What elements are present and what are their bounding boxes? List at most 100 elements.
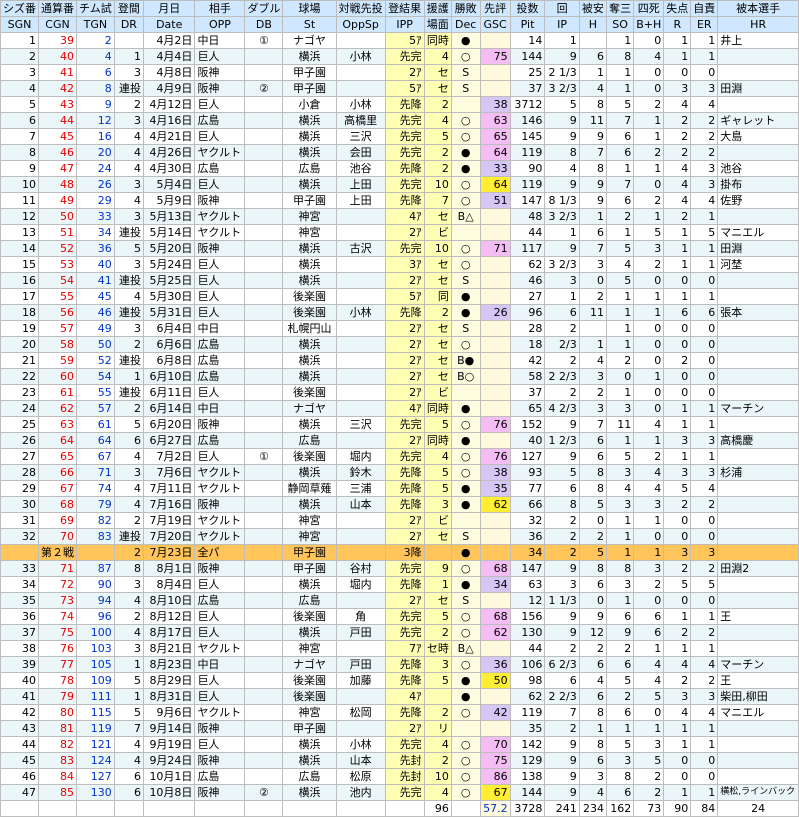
cell-ipp: 2ｱ — [384, 320, 425, 337]
cell-er: 3 — [690, 544, 719, 561]
cell-ipp: 先完 — [384, 112, 425, 129]
header-cell-en: R — [663, 16, 692, 33]
cell-dr: 4 — [113, 480, 145, 497]
cell-ipp: 4ｱ — [384, 208, 425, 225]
header-cell-jp: 登結果 — [384, 0, 425, 17]
table-row: 8 46 20 4 4月26日 ヤクルト 横浜 会田 先完 2 ● 64 119 8 7 6 2 2 2 — [0, 144, 799, 161]
header-row-en: SGN CGN TGN DR Date OPP DB St OppSp IPP 場面 Dec GSC Pi… — [0, 16, 799, 33]
cell-so: 5 — [605, 736, 635, 753]
cell-hr: マニエル — [717, 704, 799, 721]
cell-oppsp — [335, 512, 386, 529]
cell-sgn: 5 — [0, 96, 39, 113]
cell-sgn: 23 — [0, 384, 39, 401]
cell-bh: 0 — [633, 320, 665, 337]
header-cell-en: OPP — [194, 16, 246, 33]
cell-opp: 中日 — [194, 32, 246, 49]
cell-ipp: 2ｱ — [384, 528, 425, 545]
cell-tgn: 121 — [76, 736, 115, 753]
cell-er: 1 — [690, 608, 719, 625]
cell-er: 0 — [690, 64, 719, 81]
cell-so: 6 — [605, 144, 635, 161]
cell-h: 7 — [578, 240, 607, 257]
cell-ipp: 5ｱ — [384, 288, 425, 305]
cell-bh: 5 — [633, 224, 665, 241]
cell-ip: 2 — [544, 720, 580, 737]
cell-r: 2 — [663, 496, 692, 513]
cell-so: 1 — [605, 304, 635, 321]
cell-st: 横浜 — [282, 128, 337, 145]
cell-tgn: 34 — [76, 224, 115, 241]
cell-ip: 9 — [544, 112, 580, 129]
cell-so: 5 — [605, 672, 635, 689]
cell-h: 8 — [578, 704, 607, 721]
cell-gsc: 63 — [479, 112, 511, 129]
table-row: 16 54 41 連投 5月25日 巨人 横浜 2ｱセ S 46 3 0 5 0 0 0 — [0, 272, 799, 289]
cell-bh: 1 — [633, 160, 665, 177]
cell-opp: 阪神 — [194, 64, 246, 81]
cell-r: 0 — [663, 512, 692, 529]
cell-so: 1 — [605, 320, 635, 337]
cell-scene: 1 — [423, 576, 452, 593]
cell-scene: 2 — [423, 160, 452, 177]
cell-opp: 阪神 — [194, 240, 246, 257]
cell-er: 3 — [690, 176, 719, 193]
cell-st: 後楽園 — [282, 448, 337, 465]
table-row: 15 53 40 3 5月24日 巨人 横浜 3ｱセ ○ 62 3 2/3 3 4 2 1 1 河埜 — [0, 256, 799, 273]
cell-gsc: 34 — [479, 576, 511, 593]
cell-pit: 129 — [509, 752, 546, 769]
cell-h: 8 — [578, 480, 607, 497]
cell-oppsp — [335, 272, 386, 289]
cell-oppsp — [335, 368, 386, 385]
cell-ipp: 2ｱ — [384, 592, 425, 609]
total-empty — [0, 800, 39, 817]
cell-so: 5 — [605, 272, 635, 289]
cell-cgn: 54 — [38, 272, 77, 289]
cell-hr — [717, 752, 799, 769]
cell-so: 8 — [605, 48, 635, 65]
cell-ipp: 2ｱ — [384, 720, 425, 737]
table-row: 4 42 8 連投 4月9日 阪神 ② 甲子園 5ｱセ S 37 3 2/3 4 1 0 3 3 田淵 — [0, 80, 799, 97]
cell-er: 3 — [690, 160, 719, 177]
cell-date: 8月17日 — [142, 624, 196, 641]
cell-sgn: 38 — [0, 640, 39, 657]
cell-hr: ギャレット — [717, 112, 799, 129]
cell-ipp: 4ｱ — [384, 688, 425, 705]
header-cell-jp: 相手 — [194, 0, 246, 17]
cell-r: 2 — [663, 144, 692, 161]
cell-cgn: 39 — [38, 32, 77, 49]
cell-ip: 2 — [544, 528, 580, 545]
cell-dec: ○ — [450, 752, 481, 769]
cell-tgn: 41 — [76, 272, 115, 289]
cell-opp: ヤクルト — [194, 208, 246, 225]
header-cell-en: CGN — [38, 16, 77, 33]
cell-tgn: 6 — [76, 64, 115, 81]
cell-bh: 4 — [633, 416, 665, 433]
cell-date: 9月24日 — [142, 752, 196, 769]
cell-sgn: 30 — [0, 496, 39, 513]
cell-dec: B△ — [450, 208, 481, 225]
cell-er: 0 — [690, 272, 719, 289]
cell-bh: 1 — [633, 112, 665, 129]
cell-er: 3 — [690, 464, 719, 481]
cell-sgn: 17 — [0, 288, 39, 305]
cell-h: 11 — [578, 304, 607, 321]
cell-db: ① — [244, 32, 284, 49]
cell-r: 1 — [663, 224, 692, 241]
cell-r: 5 — [663, 480, 692, 497]
cell-date: 8月21日 — [142, 640, 196, 657]
cell-so: 6 — [605, 656, 635, 673]
table-row: 17 55 45 4 5月30日 巨人 後楽園 5ｱ同 ● 27 1 2 1 1 1 1 — [0, 288, 799, 305]
header-cell-jp: 被安 — [578, 0, 607, 17]
cell-scene: セ — [423, 336, 452, 353]
cell-st: 横浜 — [282, 736, 337, 753]
cell-gsc: 86 — [479, 768, 511, 785]
cell-so: 3 — [605, 576, 635, 593]
cell-er: 1 — [690, 208, 719, 225]
total-empty — [335, 800, 386, 817]
cell-opp: 阪神 — [194, 784, 246, 801]
header-cell-en: GSC — [479, 16, 511, 33]
cell-scene — [423, 688, 452, 705]
cell-h: 9 — [578, 176, 607, 193]
cell-gsc: 67 — [479, 784, 511, 801]
cell-so: 6 — [605, 704, 635, 721]
